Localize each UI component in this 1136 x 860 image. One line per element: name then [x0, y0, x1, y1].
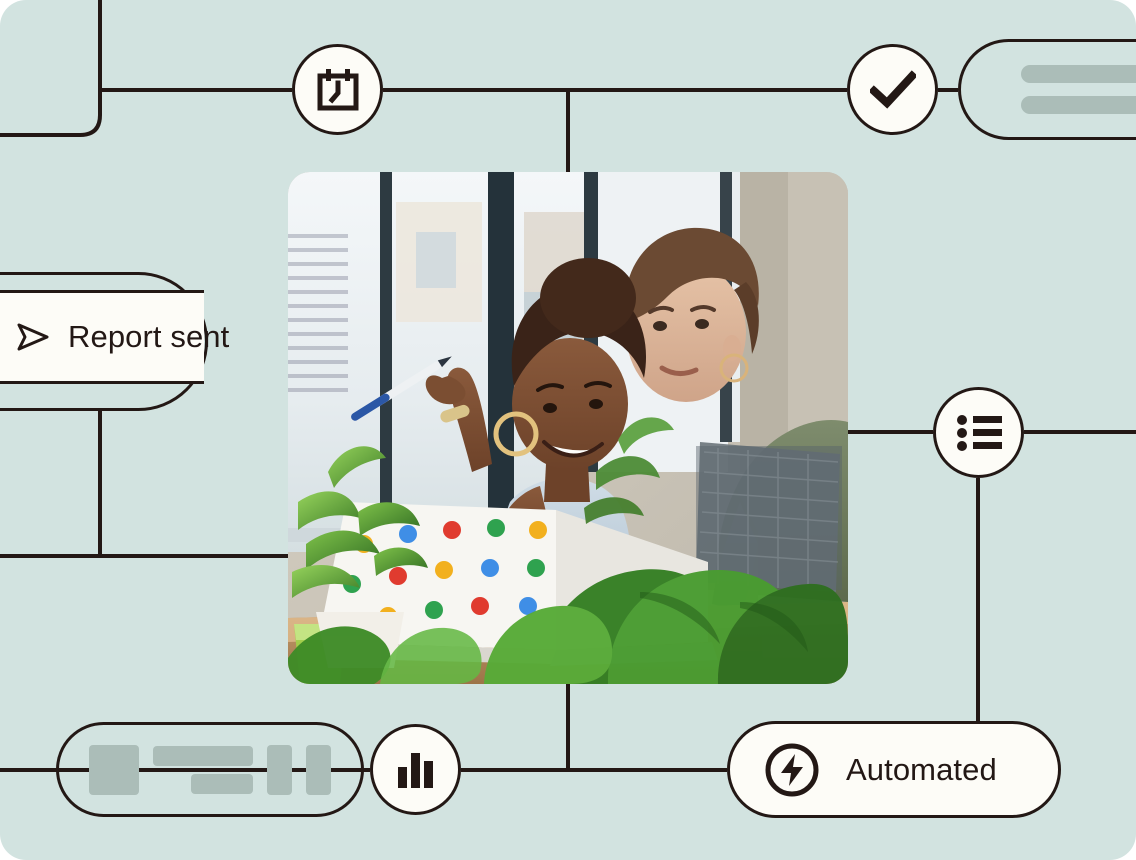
list-node[interactable] [933, 387, 1024, 478]
placeholder-lines-card [958, 39, 1136, 140]
automated-label: Automated [846, 751, 997, 787]
chart-node[interactable] [370, 724, 461, 815]
report-sent-label: Report sent [68, 319, 230, 354]
placeholder-block [267, 744, 292, 795]
placeholder-bar [1021, 65, 1136, 83]
placeholder-line-group [153, 745, 253, 794]
office-collaboration-photo [288, 172, 848, 684]
placeholder-line [153, 745, 253, 766]
placeholder-block [89, 744, 139, 795]
report-sent-card[interactable]: Report sent [0, 290, 229, 384]
check-node[interactable] [847, 44, 938, 135]
lightning-bolt-icon [764, 742, 820, 798]
calendar-clock-icon [315, 67, 361, 113]
placeholder-bar [1021, 96, 1136, 114]
calendar-node[interactable] [292, 44, 383, 135]
placeholder-block [306, 744, 331, 795]
placeholder-line [191, 773, 253, 794]
send-icon [16, 322, 50, 352]
illustration-canvas: Report sent Automated [0, 0, 1136, 860]
automated-card[interactable]: Automated [727, 721, 1061, 818]
bar-chart-icon [396, 750, 436, 790]
placeholder-skeleton-card [56, 722, 364, 817]
bulleted-list-icon [956, 414, 1002, 451]
check-icon [869, 69, 916, 110]
